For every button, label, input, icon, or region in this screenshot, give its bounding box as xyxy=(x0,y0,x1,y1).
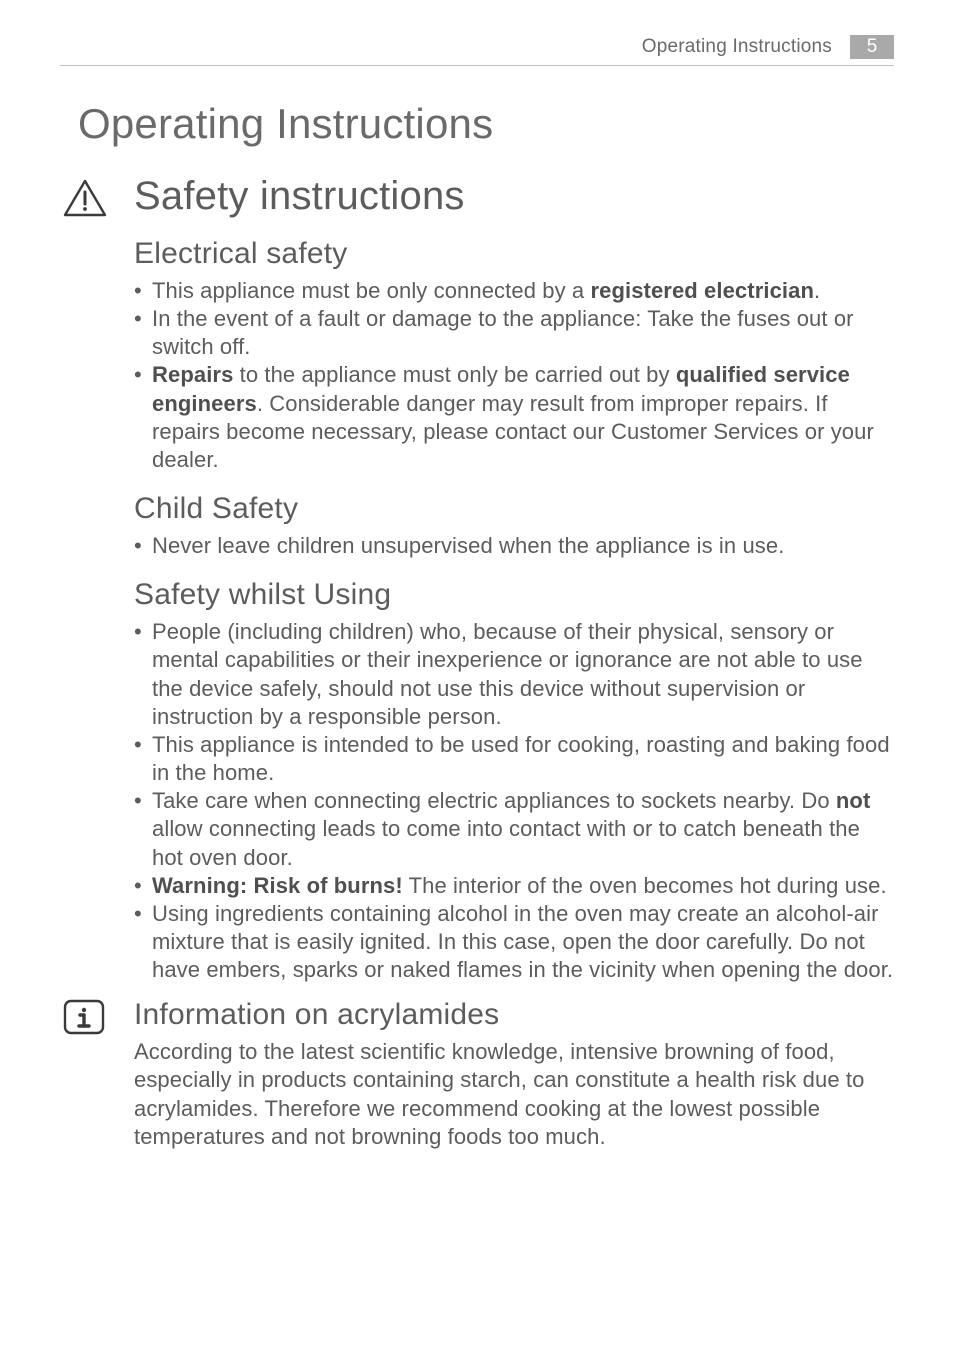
safety-using-list: People (including children) who, because… xyxy=(134,618,894,984)
bold-text: Warning: Risk of burns! xyxy=(152,873,403,898)
text: . Considerable danger may result from im… xyxy=(152,391,874,472)
running-title: Operating Instructions xyxy=(642,36,832,58)
electrical-safety-heading: Electrical safety xyxy=(134,237,894,271)
list-item: Never leave children unsupervised when t… xyxy=(134,532,894,560)
bold-text: Repairs xyxy=(152,362,233,387)
text: to the appliance must only be carried ou… xyxy=(233,362,675,387)
text: People (including children) who, because… xyxy=(152,619,863,728)
page-title: Operating Instructions xyxy=(78,100,894,148)
bold-text: registered electrician xyxy=(590,278,814,303)
page: Operating Instructions 5 Operating Instr… xyxy=(0,0,954,1352)
list-item: This appliance must be only connected by… xyxy=(134,277,894,305)
safety-section: Safety instructions Electrical safety Th… xyxy=(60,178,894,984)
text: . xyxy=(814,278,820,303)
child-safety-heading: Child Safety xyxy=(134,492,894,526)
info-icon xyxy=(62,998,106,1036)
text: allow connecting leads to come into cont… xyxy=(152,816,860,869)
safety-content: Safety instructions Electrical safety Th… xyxy=(134,178,894,984)
icon-column xyxy=(60,178,134,218)
text: In the event of a fault or damage to the… xyxy=(152,306,854,359)
text: Take care when connecting electric appli… xyxy=(152,788,836,813)
page-header: Operating Instructions 5 xyxy=(60,35,894,66)
list-item: Using ingredients containing alcohol in … xyxy=(134,900,894,984)
page-number-badge: 5 xyxy=(850,35,894,59)
electrical-safety-list: This appliance must be only connected by… xyxy=(134,277,894,474)
icon-column xyxy=(60,998,134,1036)
list-item: Repairs to the appliance must only be ca… xyxy=(134,361,894,474)
warning-icon xyxy=(62,178,108,218)
list-item: People (including children) who, because… xyxy=(134,618,894,731)
text: This appliance must be only connected by… xyxy=(152,278,590,303)
text: Never leave children unsupervised when t… xyxy=(152,533,784,558)
acrylamides-heading: Information on acrylamides xyxy=(134,998,894,1032)
child-safety-list: Never leave children unsupervised when t… xyxy=(134,532,894,560)
text: This appliance is intended to be used fo… xyxy=(152,732,890,785)
bold-text: not xyxy=(836,788,871,813)
list-item: Warning: Risk of burns! The interior of … xyxy=(134,872,894,900)
list-item: In the event of a fault or damage to the… xyxy=(134,305,894,361)
acrylamides-content: Information on acrylamides According to … xyxy=(134,998,894,1151)
list-item: This appliance is intended to be used fo… xyxy=(134,731,894,787)
acrylamides-section: Information on acrylamides According to … xyxy=(60,998,894,1151)
acrylamides-paragraph: According to the latest scientific knowl… xyxy=(134,1038,894,1151)
safety-using-heading: Safety whilst Using xyxy=(134,578,894,612)
text: The interior of the oven becomes hot dur… xyxy=(403,873,887,898)
safety-heading: Safety instructions xyxy=(134,174,894,219)
list-item: Take care when connecting electric appli… xyxy=(134,787,894,871)
text: Using ingredients containing alcohol in … xyxy=(152,901,893,982)
